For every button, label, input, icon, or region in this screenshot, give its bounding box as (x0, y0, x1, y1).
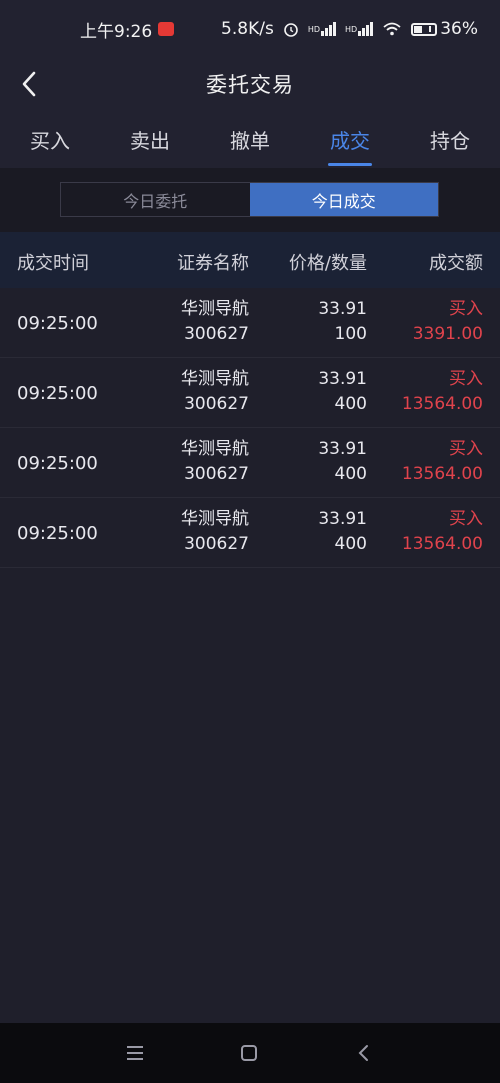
chevron-left-icon (22, 71, 36, 97)
deal-price: 33.91 (318, 369, 367, 389)
table-row[interactable]: 09:25:00 华测导航 300627 33.91 400 买入 13564.… (0, 428, 500, 498)
deal-time: 09:25:00 (17, 313, 98, 334)
deal-qty: 400 (334, 534, 367, 554)
deal-side: 买入 (449, 509, 483, 529)
deal-amount: 3391.00 (412, 324, 483, 344)
page-title: 委托交易 (206, 73, 294, 97)
alarm-icon (283, 21, 299, 37)
menu-icon[interactable] (123, 1041, 147, 1065)
notification-icon (158, 22, 175, 36)
tab-sell[interactable]: 卖出 (100, 110, 200, 168)
back-button[interactable] (14, 64, 44, 104)
segment-today-orders[interactable]: 今日委托 (61, 183, 250, 216)
deal-qty: 100 (334, 324, 367, 344)
signal-icon: HD (345, 22, 374, 36)
deal-time: 09:25:00 (17, 523, 98, 544)
deal-qty: 400 (334, 394, 367, 414)
header-amount: 成交额 (429, 253, 483, 274)
wifi-icon (382, 21, 402, 37)
deal-side: 买入 (449, 369, 483, 389)
deal-qty: 400 (334, 464, 367, 484)
system-nav-bar (0, 1023, 500, 1083)
tab-cancel[interactable]: 撤单 (200, 110, 300, 168)
security-code: 300627 (184, 464, 249, 484)
table-row[interactable]: 09:25:00 华测导航 300627 33.91 400 买入 13564.… (0, 358, 500, 428)
security-name: 华测导航 (181, 509, 249, 529)
deal-side: 买入 (449, 439, 483, 459)
table-header: 成交时间 证券名称 价格/数量 成交额 (0, 232, 500, 288)
table-row[interactable]: 09:25:00 华测导航 300627 33.91 400 买入 13564.… (0, 498, 500, 568)
tab-deals[interactable]: 成交 (300, 110, 400, 168)
deal-price: 33.91 (318, 299, 367, 319)
deal-amount: 13564.00 (401, 464, 483, 484)
home-icon[interactable] (236, 1041, 262, 1065)
security-code: 300627 (184, 394, 249, 414)
deal-price: 33.91 (318, 439, 367, 459)
battery-icon (411, 22, 438, 36)
status-time: 上午9:26 (80, 21, 153, 42)
security-code: 300627 (184, 324, 249, 344)
deal-amount: 13564.00 (401, 534, 483, 554)
app-header: 委托交易 (0, 58, 500, 110)
battery-level: 36% (440, 19, 478, 39)
security-name: 华测导航 (181, 439, 249, 459)
back-icon[interactable] (352, 1041, 374, 1065)
table-row[interactable]: 09:25:00 华测导航 300627 33.91 100 买入 3391.0… (0, 288, 500, 358)
security-name: 华测导航 (181, 299, 249, 319)
trade-tabs: 买入 卖出 撤单 成交 持仓 (0, 110, 500, 168)
status-left: 上午9:26 (80, 17, 175, 42)
tab-positions[interactable]: 持仓 (400, 110, 500, 168)
segment-today-deals[interactable]: 今日成交 (249, 183, 438, 216)
header-name: 证券名称 (177, 253, 249, 274)
deal-time: 09:25:00 (17, 383, 98, 404)
tab-buy[interactable]: 买入 (0, 110, 100, 168)
deal-side: 买入 (449, 299, 483, 319)
status-right: 5.8K/s HD HD 36% (221, 19, 478, 39)
signal-icon: HD (308, 22, 337, 36)
header-price-qty: 价格/数量 (288, 253, 367, 274)
security-code: 300627 (184, 534, 249, 554)
deal-price: 33.91 (318, 509, 367, 529)
security-name: 华测导航 (181, 369, 249, 389)
deal-time: 09:25:00 (17, 453, 98, 474)
header-time: 成交时间 (17, 253, 89, 274)
segment-area: 今日委托 今日成交 (0, 168, 500, 232)
status-bar: 上午9:26 5.8K/s HD HD 36% (0, 0, 500, 58)
network-speed: 5.8K/s (221, 19, 274, 39)
segment-control: 今日委托 今日成交 (60, 182, 439, 217)
deal-amount: 13564.00 (401, 394, 483, 414)
